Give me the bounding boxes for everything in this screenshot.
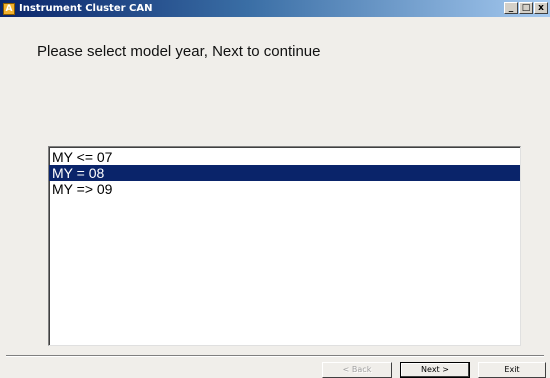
close-icon[interactable]: x [534, 2, 548, 14]
window-title: Instrument Cluster CAN [19, 3, 153, 14]
list-item-my-08[interactable]: MY = 08 [49, 165, 520, 181]
instruction-text: Please select model year, Next to contin… [37, 43, 321, 60]
model-year-listbox[interactable]: MY <= 07 MY = 08 MY => 09 [48, 146, 521, 346]
list-item-my-07[interactable]: MY <= 07 [49, 149, 520, 165]
exit-button[interactable]: Exit [478, 362, 546, 378]
list-item-my-09[interactable]: MY => 09 [49, 181, 520, 197]
next-button[interactable]: Next > [400, 362, 470, 378]
button-separator [6, 355, 544, 357]
wizard-window: A Instrument Cluster CAN _ □ x Please se… [0, 0, 550, 378]
maximize-icon[interactable]: □ [519, 2, 533, 14]
title-bar[interactable]: A Instrument Cluster CAN _ □ x [0, 0, 550, 17]
window-controls: _ □ x [504, 2, 548, 14]
minimize-icon[interactable]: _ [504, 2, 518, 14]
back-button[interactable]: < Back [322, 362, 392, 378]
app-icon: A [3, 2, 15, 15]
